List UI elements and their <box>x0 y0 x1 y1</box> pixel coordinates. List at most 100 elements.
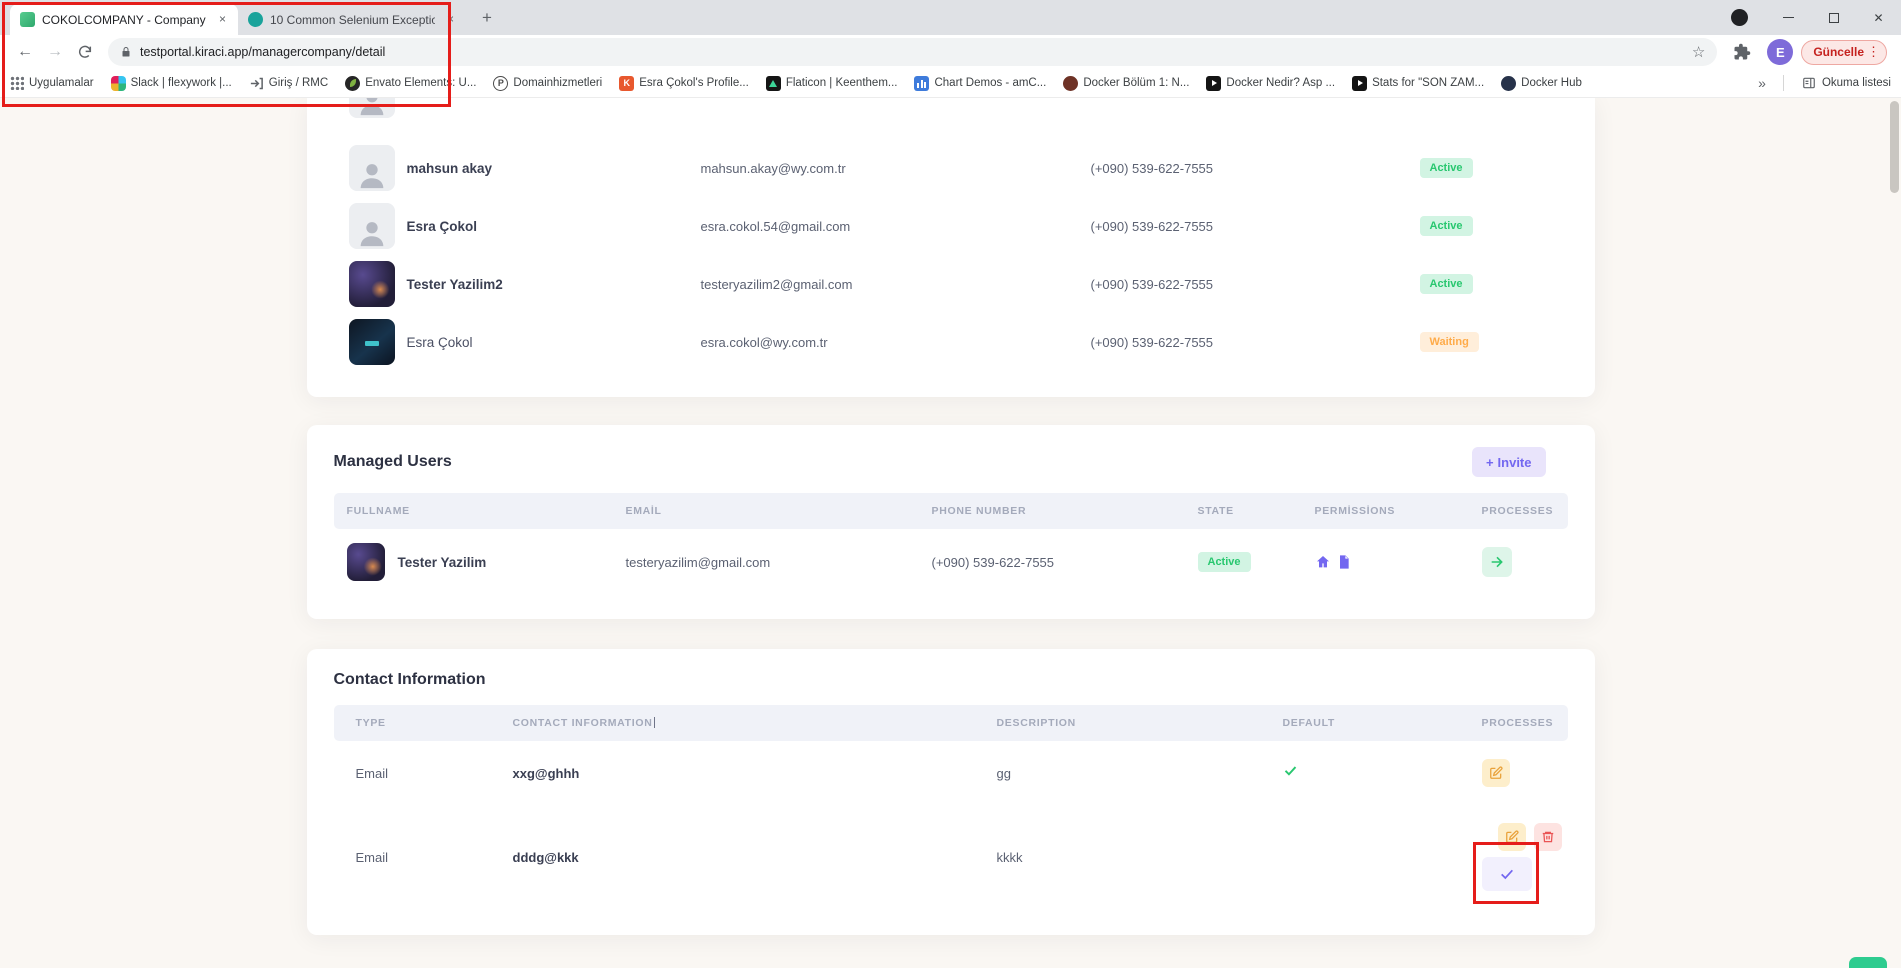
reload-button[interactable] <box>70 37 100 67</box>
bookmark-label: Envato Elements: U... <box>365 77 476 89</box>
confirm-default-button[interactable] <box>1482 857 1532 891</box>
bookmark-label: Slack | flexywork |... <box>131 77 232 89</box>
forward-button[interactable]: → <box>40 37 70 67</box>
divider <box>1783 75 1784 91</box>
user-email: testeryazilim2@gmail.com <box>701 277 1091 292</box>
tab-favicon-selenium <box>248 12 263 27</box>
update-button[interactable]: Güncelle ⋮ <box>1801 40 1887 65</box>
column-header: CONTACT INFORMATION <box>513 717 997 729</box>
close-window-button[interactable]: ✕ <box>1856 0 1901 35</box>
open-detail-button[interactable] <box>1482 547 1512 577</box>
avatar-photo <box>349 261 395 307</box>
bookmark-label: Flaticon | Keenthem... <box>786 77 898 89</box>
invite-button[interactable]: +Invite <box>1472 447 1546 477</box>
bookmark-giris-rmc[interactable]: Giriş / RMC <box>249 76 328 91</box>
login-arrow-icon <box>249 76 264 91</box>
check-icon <box>1499 866 1515 882</box>
status-badge: Active <box>1420 274 1473 294</box>
column-header: EMAİL <box>626 505 932 517</box>
chat-widget-peek[interactable] <box>1849 957 1887 968</box>
contact-header-row: TYPE CONTACT INFORMATION DESCRIPTION DEF… <box>334 705 1568 741</box>
bookmark-label: Docker Bölüm 1: N... <box>1083 77 1189 89</box>
slack-icon <box>111 76 126 91</box>
contact-description: kkkk <box>997 850 1283 865</box>
url-text[interactable]: testportal.kiraci.app/managercompany/det… <box>140 45 1684 59</box>
bookmark-envato[interactable]: Envato Elements: U... <box>345 76 476 91</box>
trash-icon <box>1541 830 1555 844</box>
user-email: esra.cokol@wy.com.tr <box>701 335 1091 350</box>
edit-contact-button[interactable] <box>1498 823 1526 851</box>
bookmark-label: Stats for "SON ZAM... <box>1372 77 1484 89</box>
bookmark-label: Domainhizmetleri <box>513 77 602 89</box>
media-control-icon[interactable] <box>1731 9 1748 26</box>
bookmark-slack[interactable]: Slack | flexywork |... <box>111 76 232 91</box>
maximize-button[interactable] <box>1811 0 1856 35</box>
status-badge: Active <box>1198 552 1251 572</box>
status-badge: Active <box>1420 216 1473 236</box>
extensions-icon[interactable] <box>1733 43 1751 61</box>
table-row: Email xxg@ghhh gg <box>334 741 1568 805</box>
flaticon-icon <box>766 76 781 91</box>
page-scrollbar[interactable] <box>1888 98 1901 968</box>
table-row: Email dddg@kkk kkkk <box>334 805 1568 909</box>
reading-list-icon <box>1801 76 1817 90</box>
contact-value: xxg@ghhh <box>513 766 997 781</box>
bookmark-apps[interactable]: Uygulamalar <box>10 76 94 90</box>
bookmark-domainhizmetleri[interactable]: Domainhizmetleri <box>493 76 602 91</box>
browser-window: COKOLCOMPANY - Company De × 10 Common Se… <box>0 0 1901 968</box>
document-icon <box>1336 554 1352 570</box>
address-bar[interactable]: testportal.kiraci.app/managercompany/det… <box>108 38 1717 66</box>
bookmark-docker-hub[interactable]: Docker Hub <box>1501 76 1582 91</box>
bookmark-amcharts[interactable]: Chart Demos - amC... <box>914 76 1046 91</box>
minimize-button[interactable] <box>1766 0 1811 35</box>
user-phone: (+090) 539-622-7555 <box>1091 277 1420 292</box>
apps-grid-icon <box>10 76 24 90</box>
column-header: DESCRIPTION <box>997 717 1283 729</box>
p-circle-icon <box>493 76 508 91</box>
back-button[interactable]: ← <box>10 37 40 67</box>
maximize-icon <box>1829 13 1839 23</box>
play-icon <box>1352 76 1367 91</box>
column-header: TYPE <box>356 717 513 729</box>
bookmark-label: Esra Çokol's Profile... <box>639 77 749 89</box>
bookmarks-overflow-chevron[interactable]: » <box>1758 75 1766 91</box>
scrollbar-thumb[interactable] <box>1890 101 1899 193</box>
avatar-photo <box>347 543 385 581</box>
tab-selenium-exceptions[interactable]: 10 Common Selenium Exception × <box>238 4 466 35</box>
reload-icon <box>77 44 93 60</box>
reading-list-button[interactable]: Okuma listesi <box>1801 76 1891 90</box>
new-tab-button[interactable]: + <box>474 5 500 31</box>
video-circle-icon <box>1063 76 1078 91</box>
contact-description: gg <box>997 766 1283 781</box>
bookmark-stats[interactable]: Stats for "SON ZAM... <box>1352 76 1484 91</box>
bookmark-profile[interactable]: Esra Çokol's Profile... <box>619 76 749 91</box>
column-header: PERMİSSİONS <box>1315 505 1482 517</box>
minimize-icon <box>1783 17 1794 18</box>
tab-title: COKOLCOMPANY - Company De <box>42 13 207 27</box>
envato-icon <box>345 76 360 91</box>
profile-avatar[interactable]: E <box>1767 39 1793 65</box>
contact-type: Email <box>356 766 513 781</box>
user-name: mahsun akay <box>407 161 701 176</box>
tab-close-icon[interactable]: × <box>214 11 231 28</box>
tab-close-icon[interactable]: × <box>442 11 459 28</box>
column-header: DEFAULT <box>1283 717 1482 729</box>
column-header: PHONE NUMBER <box>932 505 1198 517</box>
table-row: mahsun akay mahsun.akay@wy.com.tr (+090)… <box>349 139 1553 197</box>
delete-contact-button[interactable] <box>1534 823 1562 851</box>
reading-list-label: Okuma listesi <box>1822 77 1891 89</box>
contact-information-title: Contact Information <box>334 671 486 689</box>
user-email: mahsun.akay@wy.com.tr <box>701 161 1091 176</box>
docker-hub-icon <box>1501 76 1516 91</box>
edit-icon <box>1505 830 1519 844</box>
bookmark-docker-nedir[interactable]: Docker Nedir? Asp ... <box>1206 76 1335 91</box>
menu-kebab-icon[interactable]: ⋮ <box>1867 44 1880 60</box>
edit-contact-button[interactable] <box>1482 759 1510 787</box>
tab-company-detail[interactable]: COKOLCOMPANY - Company De × <box>10 4 238 35</box>
bookmark-docker-bolum[interactable]: Docker Bölüm 1: N... <box>1063 76 1189 91</box>
column-header: FULLNAME <box>347 505 626 517</box>
contact-type: Email <box>356 850 513 865</box>
bookmark-star-icon[interactable]: ☆ <box>1692 43 1705 61</box>
bookmark-flaticon[interactable]: Flaticon | Keenthem... <box>766 76 898 91</box>
invite-label: Invite <box>1498 455 1532 470</box>
